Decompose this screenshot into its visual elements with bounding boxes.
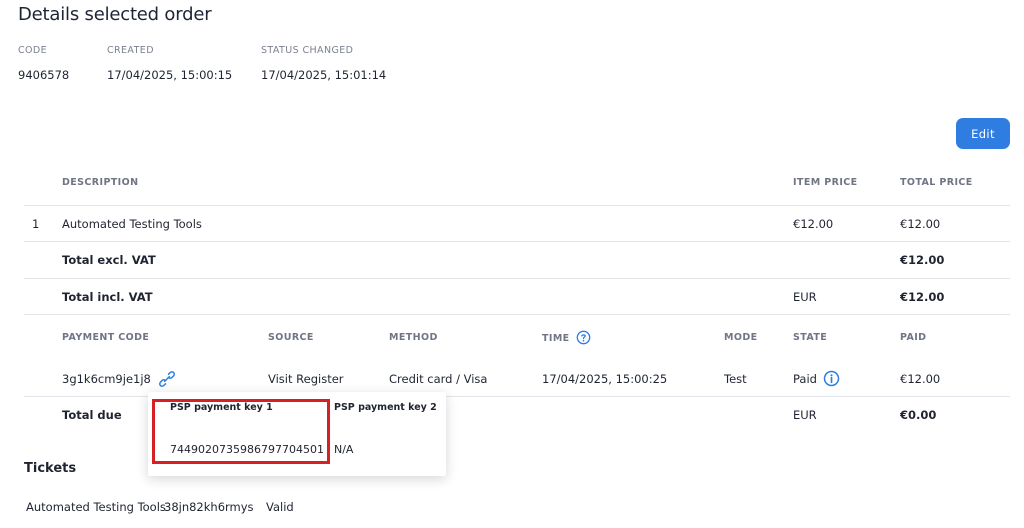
- total-incl-vat-label: Total incl. VAT: [62, 290, 153, 304]
- status-changed-label: STATUS CHANGED: [261, 45, 354, 56]
- code-label: CODE: [18, 45, 48, 56]
- total-incl-vat-currency: EUR: [793, 290, 817, 304]
- ticket-name: Automated Testing Tools: [26, 500, 166, 514]
- header-method: METHOD: [389, 332, 438, 343]
- total-excl-vat-label: Total excl. VAT: [62, 253, 156, 267]
- header-paid: PAID: [900, 332, 927, 343]
- payment-code-cell: 3g1k6cm9je1j8: [62, 370, 175, 387]
- total-due-label: Total due: [62, 408, 122, 422]
- payment-state-cell: Paid: [793, 370, 840, 387]
- payment-source: Visit Register: [268, 372, 344, 386]
- created-label: CREATED: [107, 45, 154, 56]
- row-description: Automated Testing Tools: [62, 217, 202, 231]
- order-code: 9406578: [18, 68, 70, 82]
- link-icon[interactable]: [158, 370, 175, 387]
- header-state: STATE: [793, 332, 828, 343]
- header-total-price: TOTAL PRICE: [900, 177, 973, 188]
- header-payment-code: PAYMENT CODE: [62, 332, 150, 343]
- row-index: 1: [32, 217, 40, 231]
- psp-key2-label: PSP payment key 2: [334, 402, 437, 413]
- header-description: DESCRIPTION: [62, 177, 139, 188]
- order-status-changed: 17/04/2025, 15:01:14: [261, 68, 387, 82]
- total-excl-vat-value: €12.00: [900, 253, 945, 267]
- payment-paid: €12.00: [900, 372, 941, 386]
- ticket-code: 38jn82kh6rmys: [164, 500, 254, 514]
- header-mode: MODE: [724, 332, 758, 343]
- total-due-value: €0.00: [900, 408, 937, 422]
- question-circle-icon[interactable]: [576, 330, 591, 345]
- tickets-title: Tickets: [24, 461, 77, 476]
- row-total-price: €12.00: [900, 217, 941, 231]
- highlight-box: [152, 399, 330, 464]
- edit-button[interactable]: Edit: [956, 118, 1010, 149]
- payment-time: 17/04/2025, 15:00:25: [542, 372, 668, 386]
- header-time: TIME: [542, 330, 591, 345]
- page-title: Details selected order: [18, 4, 212, 25]
- header-time-label: TIME: [542, 333, 570, 344]
- total-due-currency: EUR: [793, 408, 817, 422]
- divider: [24, 241, 1010, 242]
- row-item-price: €12.00: [793, 217, 834, 231]
- psp-payment-key-popover: PSP payment key 1 PSP payment key 2 7449…: [148, 392, 446, 476]
- payment-code: 3g1k6cm9je1j8: [62, 372, 151, 386]
- ticket-status: Valid: [266, 500, 294, 514]
- payment-mode: Test: [724, 372, 747, 386]
- payment-method: Credit card / Visa: [389, 372, 488, 386]
- psp-key2-value: N/A: [334, 443, 354, 456]
- header-source: SOURCE: [268, 332, 314, 343]
- payment-state: Paid: [793, 372, 817, 386]
- info-circle-icon[interactable]: [823, 370, 840, 387]
- total-incl-vat-value: €12.00: [900, 290, 945, 304]
- divider: [24, 278, 1010, 279]
- divider: [24, 314, 1010, 315]
- order-created: 17/04/2025, 15:00:15: [107, 68, 233, 82]
- header-item-price: ITEM PRICE: [793, 177, 858, 188]
- divider: [24, 205, 1010, 206]
